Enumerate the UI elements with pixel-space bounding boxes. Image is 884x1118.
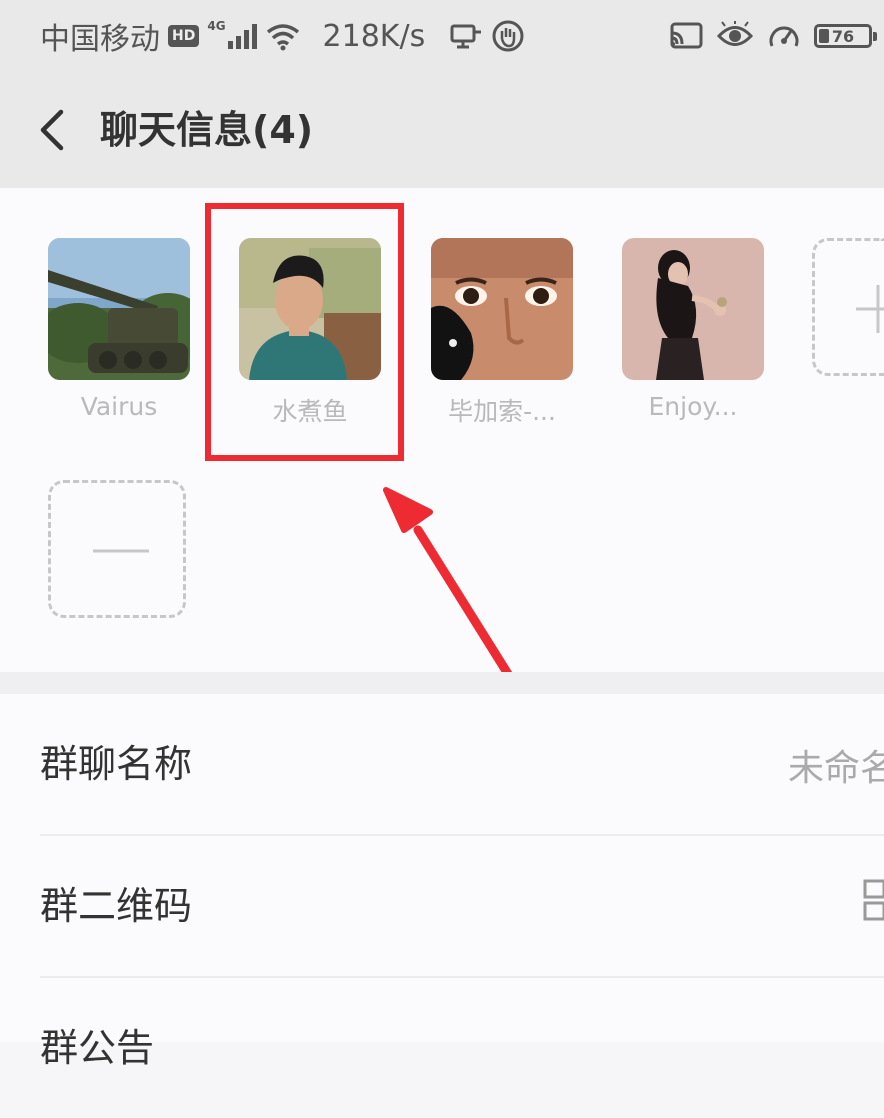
back-button[interactable]: [30, 104, 74, 156]
minus-icon: [93, 549, 149, 553]
battery-icon: 76: [814, 24, 877, 48]
speedometer-icon: [769, 26, 799, 47]
group-notice-row[interactable]: 群公告: [0, 978, 884, 1118]
add-member-button[interactable]: [812, 238, 884, 376]
member-name: Vairus: [80, 392, 158, 421]
member-bijiasuo[interactable]: 毕加索-...: [431, 238, 573, 428]
plus-icon: [856, 285, 884, 333]
face-avatar: [431, 238, 573, 380]
carrier-name: 中国移动: [40, 22, 160, 57]
screen-mirror-icon: [450, 24, 482, 49]
network-speed: 218K/s: [322, 18, 426, 54]
group-qr-label: 群二维码: [40, 884, 193, 928]
section-divider: [0, 672, 884, 694]
eye-icon: [716, 21, 754, 46]
member-name: 毕加索-...: [448, 397, 556, 426]
remove-member-button[interactable]: [48, 480, 186, 618]
group-name-label: 群聊名称: [40, 742, 193, 786]
qr-code-icon: [863, 879, 884, 921]
network-type: 4G: [207, 19, 226, 33]
cast-icon: [670, 22, 703, 49]
header-bar: 聊天信息(4): [0, 72, 884, 188]
member-name: Enjoy...: [648, 392, 738, 421]
woman-avatar: [622, 238, 764, 380]
group-qr-row[interactable]: 群二维码: [0, 836, 884, 976]
hd-badge: HD: [168, 25, 200, 47]
member-vairus[interactable]: Vairus: [48, 238, 190, 421]
group-name-value: 未命名: [787, 748, 884, 789]
signal-icon: [227, 23, 257, 49]
settings-list: 群聊名称 未命名 群二维码 群公告: [0, 694, 884, 1070]
group-notice-label: 群公告: [40, 1026, 155, 1070]
highlight-box: [205, 203, 404, 461]
hand-icon: [492, 20, 524, 52]
tank-avatar: [48, 238, 190, 380]
status-right: 76: [668, 16, 877, 56]
page-title: 聊天信息(4): [100, 108, 314, 152]
group-name-row[interactable]: 群聊名称 未命名: [0, 694, 884, 834]
wifi-icon: [266, 24, 299, 51]
member-enjoy[interactable]: Enjoy...: [622, 238, 764, 421]
battery-level: 76: [831, 26, 855, 46]
status-bar: 中国移动 HD 4G 218K/s 76: [0, 0, 884, 72]
status-left: 中国移动 HD 4G 218K/s: [40, 16, 525, 57]
chevron-left-icon: [40, 109, 64, 151]
